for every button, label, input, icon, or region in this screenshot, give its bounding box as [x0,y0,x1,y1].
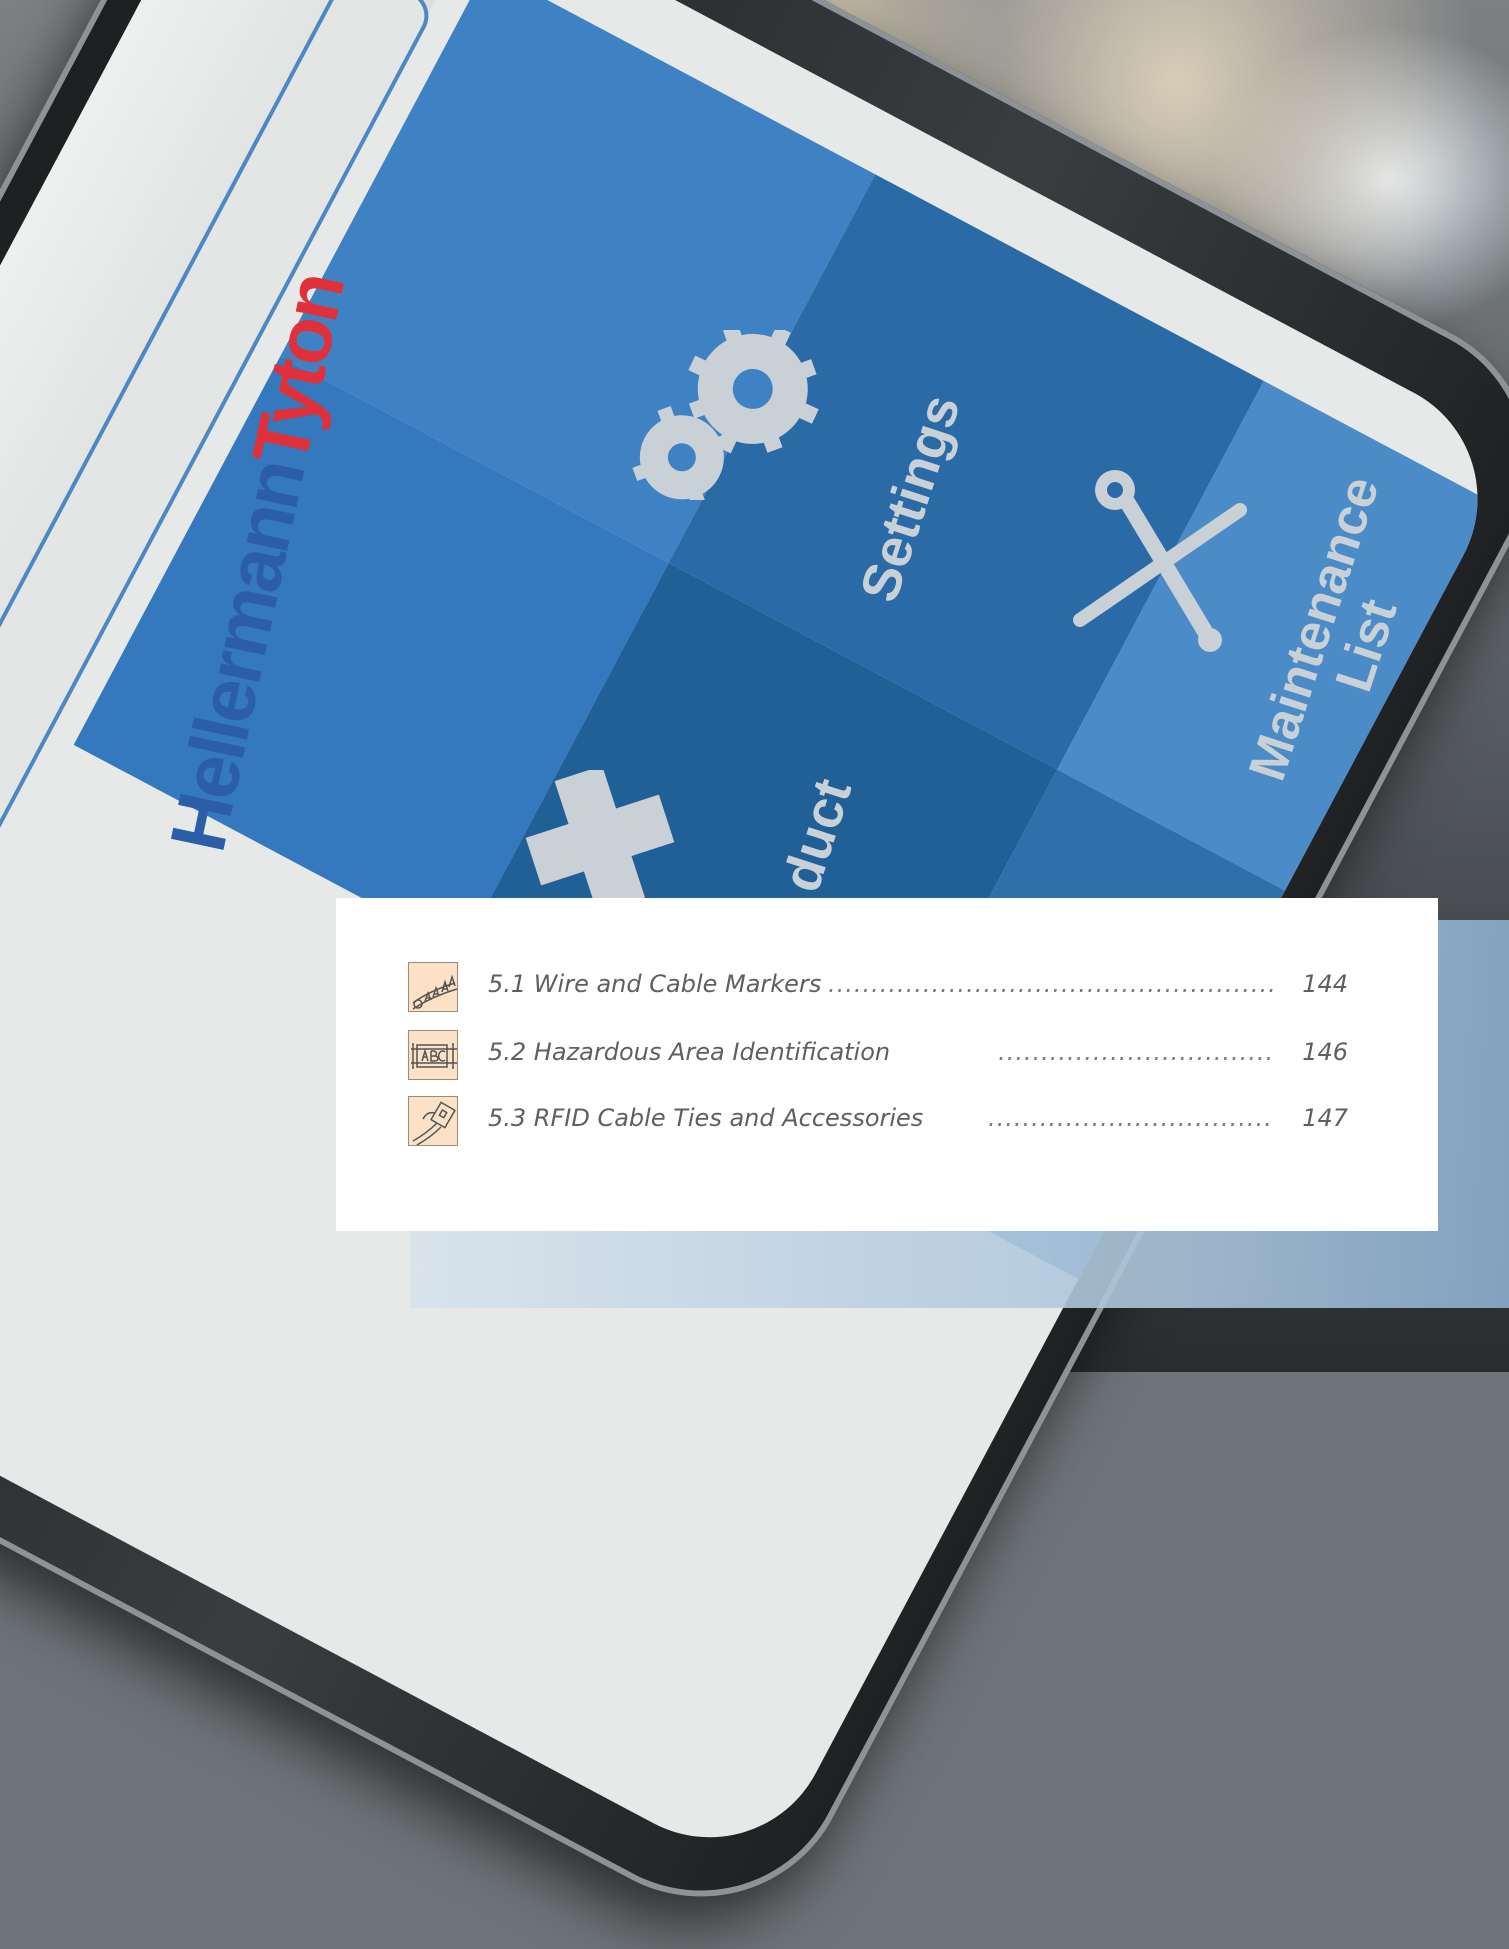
hazardous-marker-icon [408,1030,458,1080]
toc-row[interactable]: 5.1 Wire and Cable Markers .............… [408,962,1348,1014]
toc-page-number: 144 [1302,970,1348,998]
toc-leader-dots: ........................................… [828,970,1274,998]
toc-leader-dots: ........................................… [988,1104,1274,1132]
wire-marker-icon [408,962,458,1012]
toc-leader-dots: ........................................… [998,1038,1274,1066]
plus-icon [525,770,675,910]
toc-title: 5.3 RFID Cable Ties and Accessories [488,1104,924,1132]
toc-row[interactable]: 5.3 RFID Cable Ties and Accessories ....… [408,1096,1348,1148]
wrench-screwdriver-icon [1073,470,1247,652]
toc-row[interactable]: 5.2 Hazardous Area Identification ......… [408,1030,1348,1082]
toc-page-number: 147 [1302,1104,1348,1132]
rfid-tie-icon [408,1096,458,1146]
toc-title: 5.1 Wire and Cable Markers [488,970,822,998]
gears-icon [632,330,819,500]
toc-card: 5.1 Wire and Cable Markers .............… [336,898,1438,1231]
toc-title: 5.2 Hazardous Area Identification [488,1038,891,1066]
toc-page-number: 146 [1302,1038,1348,1066]
